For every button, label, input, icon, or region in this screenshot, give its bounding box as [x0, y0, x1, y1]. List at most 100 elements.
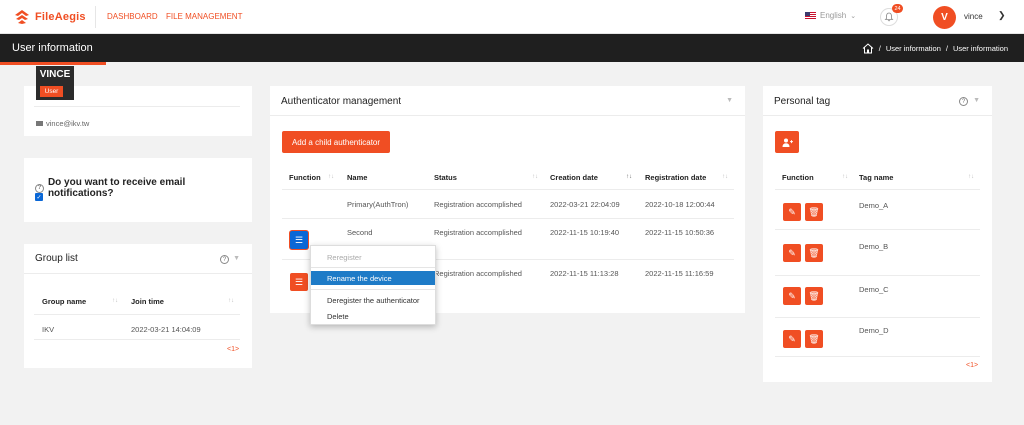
column-header-tag-name[interactable]: Tag name	[859, 173, 893, 182]
sort-icon[interactable]: ↑↓	[626, 174, 632, 180]
menu-item-deregister[interactable]: Deregister the authenticator	[311, 293, 435, 307]
edit-tag-button[interactable]: ✎	[783, 330, 801, 348]
add-tag-button[interactable]	[775, 131, 799, 153]
column-header-status[interactable]: Status	[434, 173, 457, 182]
delete-tag-button[interactable]: 🗑	[805, 287, 823, 305]
sort-icon[interactable]: ↑↓	[532, 174, 538, 180]
menu-item-rename-device[interactable]: Rename the device	[311, 271, 435, 285]
app-logo[interactable]: FileAegis	[14, 9, 86, 25]
column-header-group-name[interactable]: Group name	[42, 297, 86, 306]
breadcrumb: / User information / User information	[862, 43, 1008, 54]
column-header-registration-date[interactable]: Registration date	[645, 173, 706, 182]
divider	[282, 218, 734, 219]
sort-icon[interactable]: ↑↓	[112, 298, 118, 304]
group-name-cell: IKV	[42, 325, 55, 334]
notification-question: ? Do you want to receive email notificat…	[35, 177, 252, 199]
card-header: Personal tag ? ▼	[763, 86, 992, 116]
row-function-menu-button[interactable]: ☰	[290, 273, 308, 291]
help-circle-icon: ?	[35, 183, 44, 193]
trash-icon: 🗑	[808, 206, 820, 217]
breadcrumb-separator: /	[945, 44, 948, 53]
column-header-function: Function	[782, 173, 814, 182]
sort-icon[interactable]: ↑↓	[228, 298, 234, 304]
avatar[interactable]: V	[933, 6, 956, 29]
pagination[interactable]: <1>	[227, 346, 239, 353]
bell-icon	[884, 12, 894, 22]
us-flag-icon	[805, 12, 816, 19]
divider	[775, 356, 980, 357]
authenticator-created-cell: 2022-11-15 11:13:28	[550, 269, 619, 278]
sort-icon[interactable]: ↑↓	[722, 174, 728, 180]
divider	[34, 339, 240, 340]
tag-name-cell: Demo_C	[859, 285, 889, 294]
delete-tag-button[interactable]: 🗑	[805, 244, 823, 262]
title-underline	[0, 62, 106, 65]
tag-name-cell: Demo_D	[859, 326, 889, 335]
divider	[775, 229, 980, 230]
notification-button[interactable]: 24	[880, 4, 903, 26]
authenticator-registered-cell: 2022-11-15 10:50:36	[645, 228, 715, 237]
pagination[interactable]: <1>	[966, 362, 978, 369]
user-menu-name[interactable]: vince	[964, 12, 983, 21]
email-notification-checkbox[interactable]: ✓	[35, 193, 43, 201]
trash-icon: 🗑	[808, 247, 820, 258]
authenticator-status-cell: Registration accomplished	[434, 228, 522, 237]
mail-icon	[36, 121, 43, 126]
tag-name-cell: Demo_B	[859, 242, 889, 251]
edit-tag-button[interactable]: ✎	[783, 244, 801, 262]
sort-icon[interactable]: ↑↓	[328, 174, 334, 180]
divider	[34, 314, 240, 315]
breadcrumb-item[interactable]: User information	[886, 44, 941, 53]
authenticator-status-cell: Registration accomplished	[434, 200, 522, 209]
user-menu-caret-icon[interactable]: ❯	[998, 10, 1006, 21]
divider	[282, 189, 734, 190]
user-role-badge: User	[40, 86, 63, 97]
divider	[775, 275, 980, 276]
nav-dashboard-link[interactable]: DASHBOARD	[107, 12, 158, 21]
edit-tag-button[interactable]: ✎	[783, 203, 801, 221]
card-collapse-caret-icon[interactable]: ▼	[726, 97, 733, 104]
column-header-join-time[interactable]: Join time	[131, 297, 164, 306]
email-notification-card: ? Do you want to receive email notificat…	[24, 158, 252, 222]
card-header: Group list ? ▼	[24, 244, 252, 274]
card-collapse-caret-icon[interactable]: ▼	[233, 255, 240, 262]
group-list-title: Group list	[35, 253, 78, 264]
divider	[775, 189, 980, 190]
join-time-cell: 2022-03-21 14:04:09	[131, 325, 201, 334]
row-function-menu-button[interactable]: ☰	[290, 231, 308, 249]
user-display-name: VINCE	[39, 69, 71, 80]
menu-divider	[311, 289, 435, 290]
authenticator-name-cell: Second	[347, 228, 373, 237]
top-nav: FileAegis DASHBOARD FILE MANAGEMENT Engl…	[0, 0, 1024, 34]
authenticator-registered-cell: 2022-11-15 11:16:59	[645, 269, 714, 278]
sort-icon[interactable]: ↑↓	[968, 174, 974, 180]
card-collapse-caret-icon[interactable]: ▼	[973, 97, 980, 104]
edit-icon: ✎	[788, 206, 796, 217]
trash-icon: 🗑	[808, 333, 820, 344]
menu-divider	[311, 267, 435, 268]
menu-item-delete[interactable]: Delete	[311, 309, 435, 323]
tag-name-cell: Demo_A	[859, 201, 889, 210]
personal-tag-card: Personal tag ? ▼ Function ↑↓ Tag name ↑↓…	[763, 86, 992, 382]
add-child-authenticator-button[interactable]: Add a child authenticator	[282, 131, 390, 153]
divider	[34, 106, 240, 107]
page-title: User information	[12, 42, 93, 54]
breadcrumb-item-current: User information	[952, 44, 1008, 53]
help-circle-icon[interactable]: ?	[220, 255, 229, 264]
divider	[775, 317, 980, 318]
authenticator-title: Authenticator management	[281, 96, 402, 107]
language-selector[interactable]: English ⌄	[805, 11, 856, 20]
language-label: English	[820, 11, 847, 20]
user-badge: VINCE User	[36, 66, 74, 100]
sort-icon[interactable]: ↑↓	[842, 174, 848, 180]
notification-question-text: Do you want to receive email notificatio…	[47, 177, 186, 199]
home-icon[interactable]	[862, 43, 874, 54]
delete-tag-button[interactable]: 🗑	[805, 330, 823, 348]
add-user-icon	[782, 138, 793, 147]
help-circle-icon[interactable]: ?	[959, 97, 968, 106]
nav-file-management-link[interactable]: FILE MANAGEMENT	[166, 12, 242, 21]
delete-tag-button[interactable]: 🗑	[805, 203, 823, 221]
edit-tag-button[interactable]: ✎	[783, 287, 801, 305]
column-header-creation-date[interactable]: Creation date	[550, 173, 598, 182]
column-header-name[interactable]: Name	[347, 173, 367, 182]
